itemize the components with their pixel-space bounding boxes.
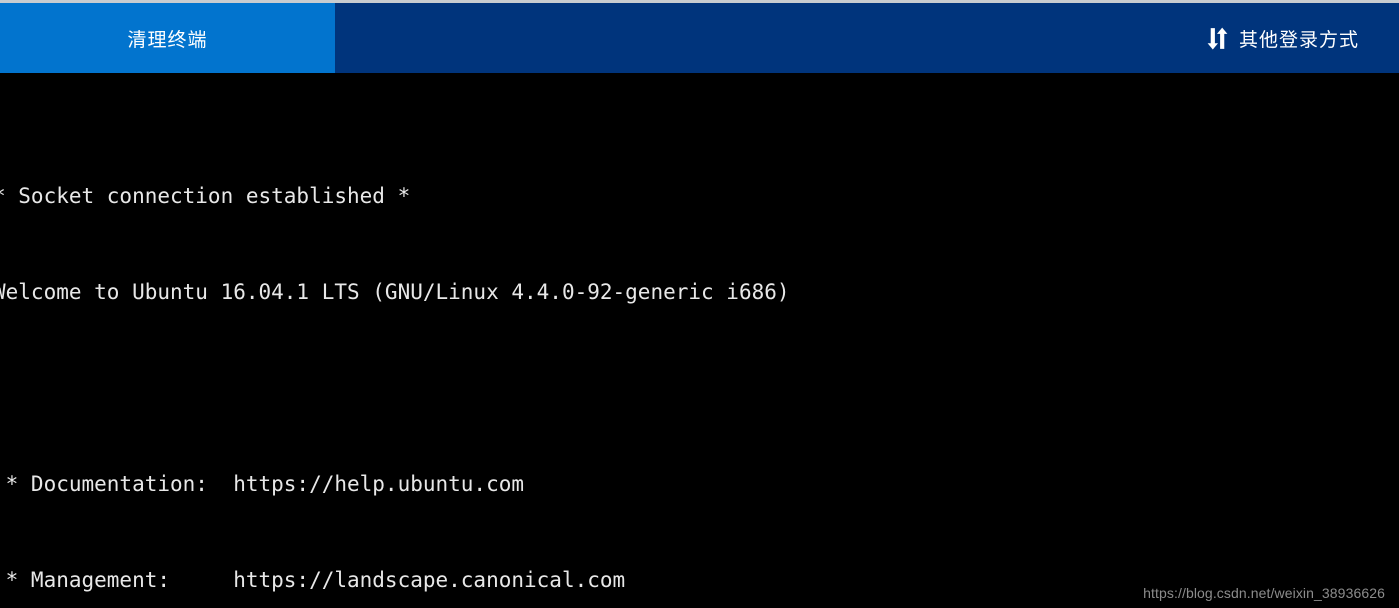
other-login-method-label: 其他登录方式 bbox=[1238, 28, 1359, 51]
other-login-method-button[interactable]: 其他登录方式 bbox=[1205, 3, 1359, 73]
tab-clear-terminal[interactable]: 清理终端 bbox=[0, 3, 335, 73]
tab-clear-terminal-label: 清理终端 bbox=[127, 28, 208, 51]
switch-login-method-icon bbox=[1205, 26, 1230, 51]
terminal-line: Welcome to Ubuntu 16.04.1 LTS (GNU/Linux… bbox=[0, 280, 790, 304]
watermark-url: https://blog.csdn.net/weixin_38936626 bbox=[1143, 585, 1385, 601]
terminal-line: * Socket connection established * bbox=[0, 184, 411, 208]
terminal-window: 清理终端 其他登录方式 * Socket connection establis… bbox=[0, 0, 1399, 608]
terminal-header-bar: 清理终端 其他登录方式 bbox=[0, 3, 1399, 73]
terminal-text-block: * Socket connection established * Welcom… bbox=[0, 84, 790, 608]
terminal-line: * Documentation: https://help.ubuntu.com bbox=[0, 472, 525, 496]
terminal-output-area[interactable]: * Socket connection established * Welcom… bbox=[0, 73, 1399, 608]
terminal-line: * Management: https://landscape.canonica… bbox=[0, 568, 626, 592]
